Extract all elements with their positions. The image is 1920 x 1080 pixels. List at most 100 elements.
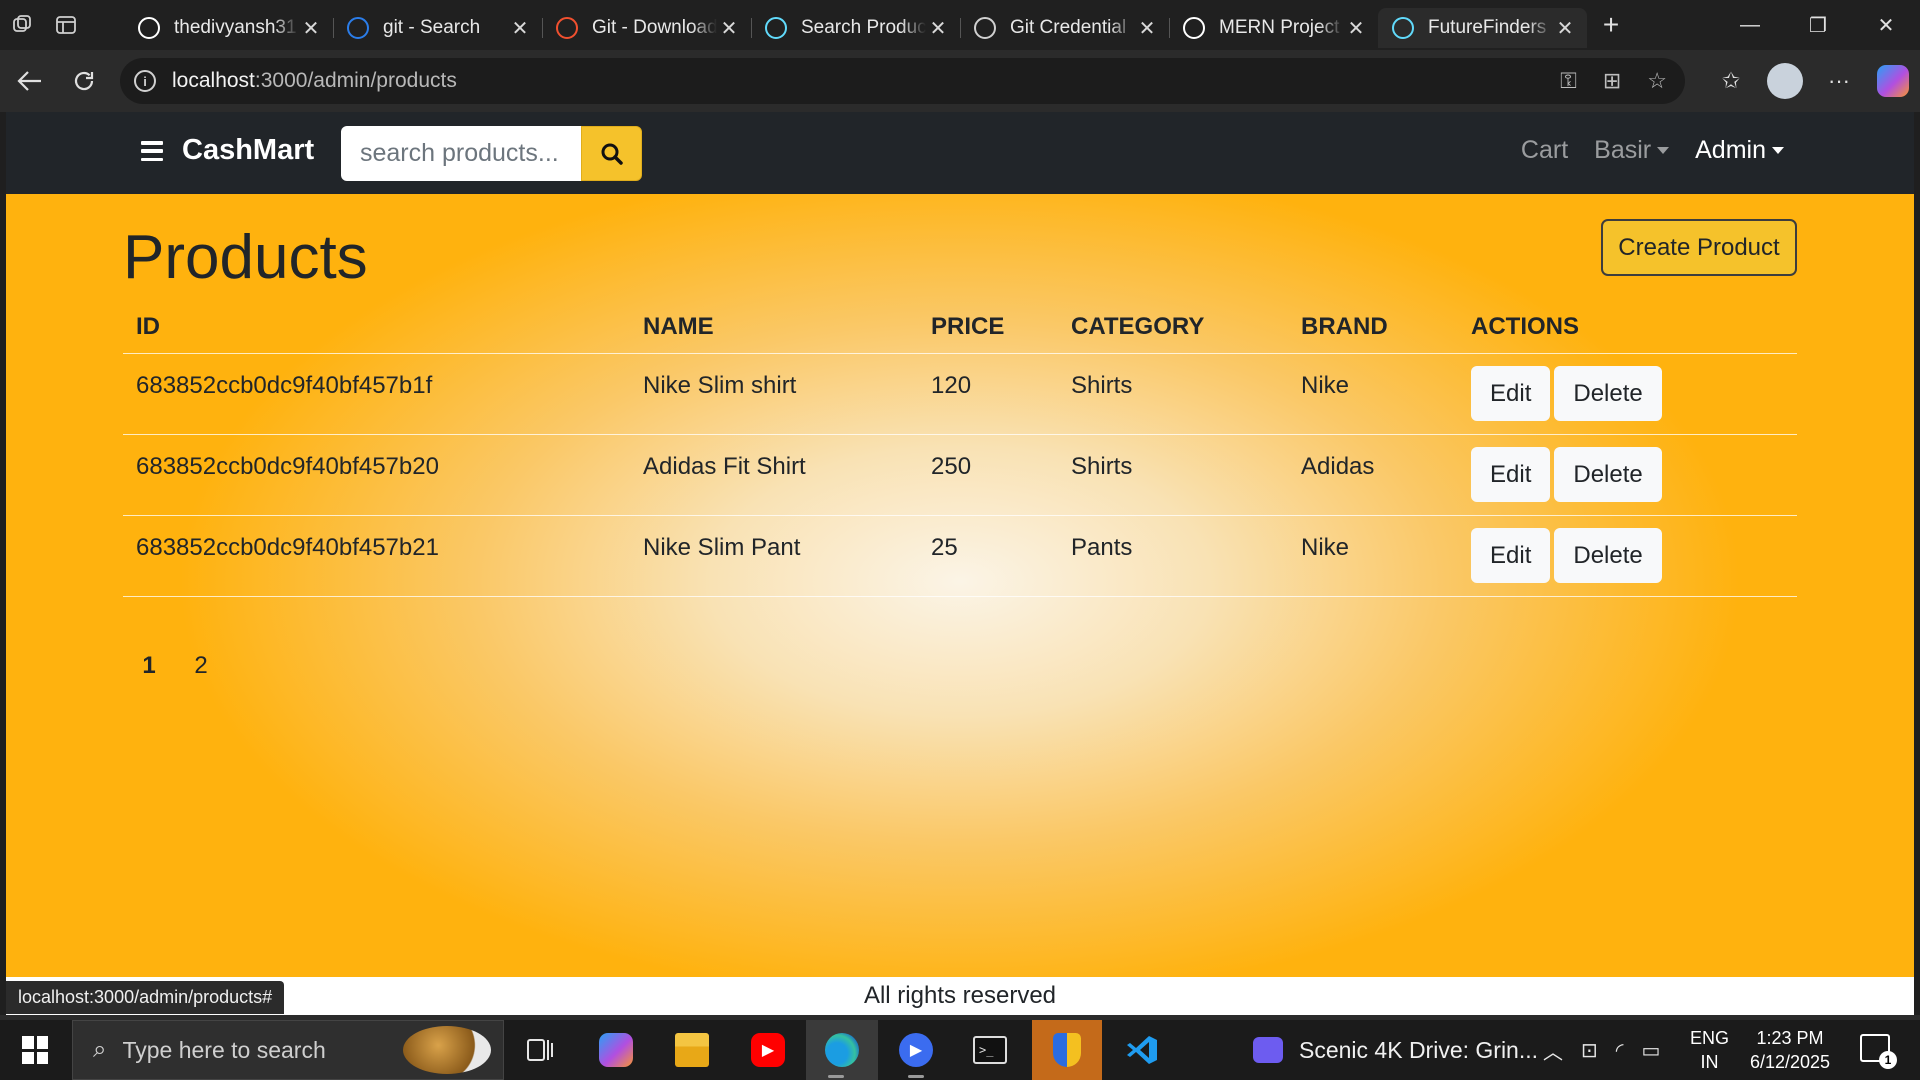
wifi-icon[interactable]: ◜ [1616,1038,1624,1063]
youtube-icon[interactable]: ▶ [738,1020,798,1080]
workspaces-icon[interactable] [0,0,44,50]
browser-tab-label: MERN Project [1219,17,1340,38]
page-link[interactable]: 1 [123,644,175,688]
favorites-icon[interactable]: ✩ [1704,68,1758,94]
browser-tab[interactable]: Search Product ✕ [751,8,960,48]
security-shield-icon[interactable] [1032,1020,1102,1080]
cell-category: Pants [1058,515,1288,597]
column-header: ACTIONS [1458,302,1797,354]
favorite-star-icon[interactable]: ☆ [1647,68,1667,94]
more-menu-icon[interactable]: ··· [1812,68,1866,94]
brand-logo[interactable]: CashMart [182,134,314,167]
edit-button[interactable]: Edit [1471,446,1551,502]
delete-button[interactable]: Delete [1554,446,1662,502]
cell-name: Nike Slim Pant [630,515,918,597]
column-header: NAME [630,302,918,354]
nav-cart-link[interactable]: Cart [1521,136,1568,165]
close-tab-icon[interactable]: ✕ [926,16,950,41]
pagination: 12 [123,644,227,688]
edge-browser-icon[interactable] [806,1020,878,1080]
delete-button[interactable]: Delete [1554,527,1662,583]
site-navbar: CashMart Cart Basir Admin [6,112,1914,194]
search-highlight-image [403,1026,491,1074]
url-path: :3000/admin/products [254,69,457,92]
new-tab-button[interactable]: + [1587,0,1635,50]
media-widget[interactable]: Scenic 4K Drive: Grin... [1253,1020,1538,1080]
close-tab-icon[interactable]: ✕ [1553,16,1577,41]
site-info-icon[interactable]: i [134,70,156,92]
copilot-app-icon[interactable] [586,1020,646,1080]
browser-tab[interactable]: Git Credential ✕ [960,8,1169,48]
browser-tab-label: Git Credential [1010,17,1127,38]
browser-tab[interactable]: FutureFinders ✕ [1378,8,1587,48]
back-button[interactable] [3,54,57,108]
vscode-icon[interactable] [1112,1020,1172,1080]
cell-actions: Edit Delete [1458,353,1797,435]
media-app-icon [1253,1037,1283,1063]
table-row: 683852ccb0dc9f40bf457b20 Adidas Fit Shirt… [123,434,1797,516]
user-dropdown[interactable]: Basir [1594,136,1670,165]
search-button[interactable] [581,126,642,181]
close-tab-icon[interactable]: ✕ [299,16,323,41]
edit-button[interactable]: Edit [1471,365,1551,421]
react-icon [765,17,787,39]
close-tab-icon[interactable]: ✕ [508,16,532,41]
browser-tab-label: Search Product [801,17,926,38]
page-footer: All rights reserved [6,977,1914,1015]
browser-tab[interactable]: Git - Download ✕ [542,8,751,48]
file-explorer-icon[interactable] [662,1020,722,1080]
minimize-button[interactable]: — [1716,0,1784,50]
tab-actions-icon[interactable] [44,0,88,50]
region-code: IN [1700,1052,1719,1072]
key-icon[interactable]: ⚿ [1560,68,1577,94]
search-input[interactable] [341,126,582,181]
cell-category: Shirts [1058,353,1288,435]
device-icon[interactable]: ⊡ [1581,1038,1598,1063]
taskbar-search-box[interactable]: ⌕ Type here to search [72,1020,504,1080]
browser-tab[interactable]: git - Search ✕ [333,8,542,48]
address-bar[interactable]: i localhost:3000/admin/products ⚿ ⊞ ☆ [120,58,1685,104]
admin-dropdown-label: Admin [1695,136,1766,164]
page-title: Products [123,223,368,292]
browser-tab-strip: thedivyansh31 ✕ git - Search ✕ Git - Downloa… [0,0,1920,50]
profile-avatar[interactable] [1767,63,1803,99]
system-tray: ︿ ⊡ ◜ ▭ [1543,1020,1660,1080]
media-title: Scenic 4K Drive: Grin... [1299,1036,1539,1063]
battery-icon[interactable]: ▭ [1642,1038,1661,1063]
windows-start-icon[interactable] [14,1032,56,1068]
app-available-icon[interactable]: ⊞ [1603,68,1621,94]
copilot-icon[interactable] [1877,65,1909,97]
page-viewport: CashMart Cart Basir Admin Products Creat… [6,112,1914,1015]
media-player-icon[interactable]: ▶ [886,1020,946,1080]
cell-actions: Edit Delete [1458,515,1797,597]
column-header: CATEGORY [1058,302,1288,354]
clock-time: 1:23 PM [1756,1028,1824,1048]
admin-dropdown[interactable]: Admin [1695,136,1784,165]
chevron-down-icon [1657,147,1670,154]
delete-button[interactable]: Delete [1554,365,1662,421]
cell-name: Adidas Fit Shirt [630,434,918,516]
notification-center-icon[interactable]: 1 [1860,1034,1897,1069]
language-indicator[interactable]: ENG IN [1690,1026,1729,1074]
close-tab-icon[interactable]: ✕ [1344,16,1368,41]
page-link[interactable]: 2 [175,644,227,688]
browser-tab[interactable]: MERN Project ✕ [1169,8,1378,48]
restore-button[interactable]: ❐ [1784,0,1852,50]
create-product-button[interactable]: Create Product [1601,219,1797,276]
task-view-icon[interactable] [510,1020,570,1080]
cell-actions: Edit Delete [1458,434,1797,516]
terminal-icon[interactable]: >_ [960,1020,1020,1080]
hamburger-menu-icon[interactable] [141,141,163,161]
chevron-up-icon[interactable]: ︿ [1543,1036,1563,1065]
column-header: PRICE [918,302,1058,354]
close-tab-icon[interactable]: ✕ [1135,16,1159,41]
notification-count: 1 [1879,1051,1897,1069]
products-table: ID NAME PRICE CATEGORY BRAND ACTIONS 683852cc… [123,302,1797,597]
close-window-button[interactable]: ✕ [1852,0,1920,50]
edit-button[interactable]: Edit [1471,527,1551,583]
system-clock[interactable]: 1:23 PM 6/12/2025 [1742,1026,1838,1074]
browser-toolbar: i localhost:3000/admin/products ⚿ ⊞ ☆ ✩ … [0,50,1920,112]
refresh-button[interactable] [57,54,111,108]
browser-tab[interactable]: thedivyansh31 ✕ [124,8,333,48]
close-tab-icon[interactable]: ✕ [717,16,741,41]
